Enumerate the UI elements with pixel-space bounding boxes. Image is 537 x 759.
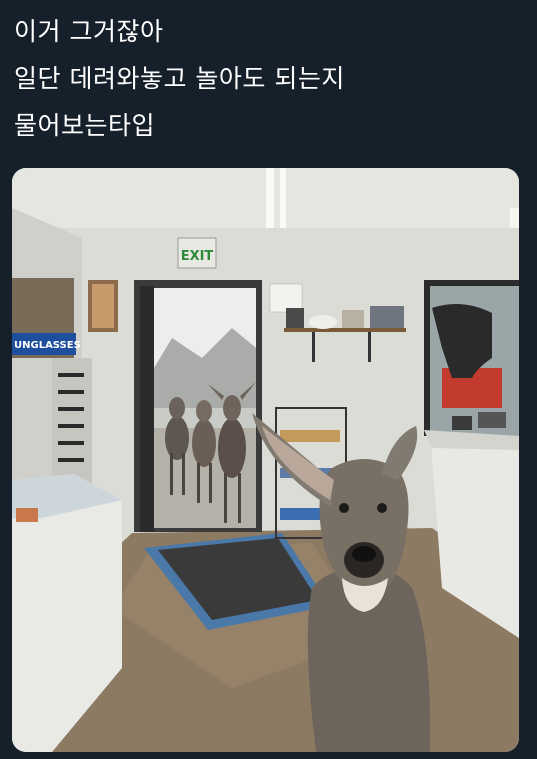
sunglasses-rack (52, 358, 92, 488)
tweet-photo[interactable]: EXIT UNGLASSES (12, 168, 519, 752)
ceiling (12, 168, 519, 238)
open-door (140, 286, 154, 532)
wall-notice (269, 283, 303, 313)
wall-shelf (284, 328, 406, 332)
tweet-text: 이거 그거잖아 일단 데려와놓고 놀아도 되는지 물어보는타입 (14, 8, 524, 149)
deer-store-illustration: EXIT UNGLASSES (12, 168, 519, 752)
tweet-post: 이거 그거잖아 일단 데려와놓고 놀아도 되는지 물어보는타입 EXIT UNG… (0, 0, 537, 759)
tweet-text-line-1: 이거 그거잖아 (14, 17, 164, 46)
exit-sign-text: EXIT (181, 249, 214, 264)
ceiling-light (266, 168, 274, 236)
tweet-text-line-2: 일단 데려와놓고 놀아도 되는지 (14, 64, 345, 93)
tweet-text-line-3: 물어보는타입 (14, 111, 156, 140)
sunglasses-sign-text: UNGLASSES (14, 340, 81, 351)
